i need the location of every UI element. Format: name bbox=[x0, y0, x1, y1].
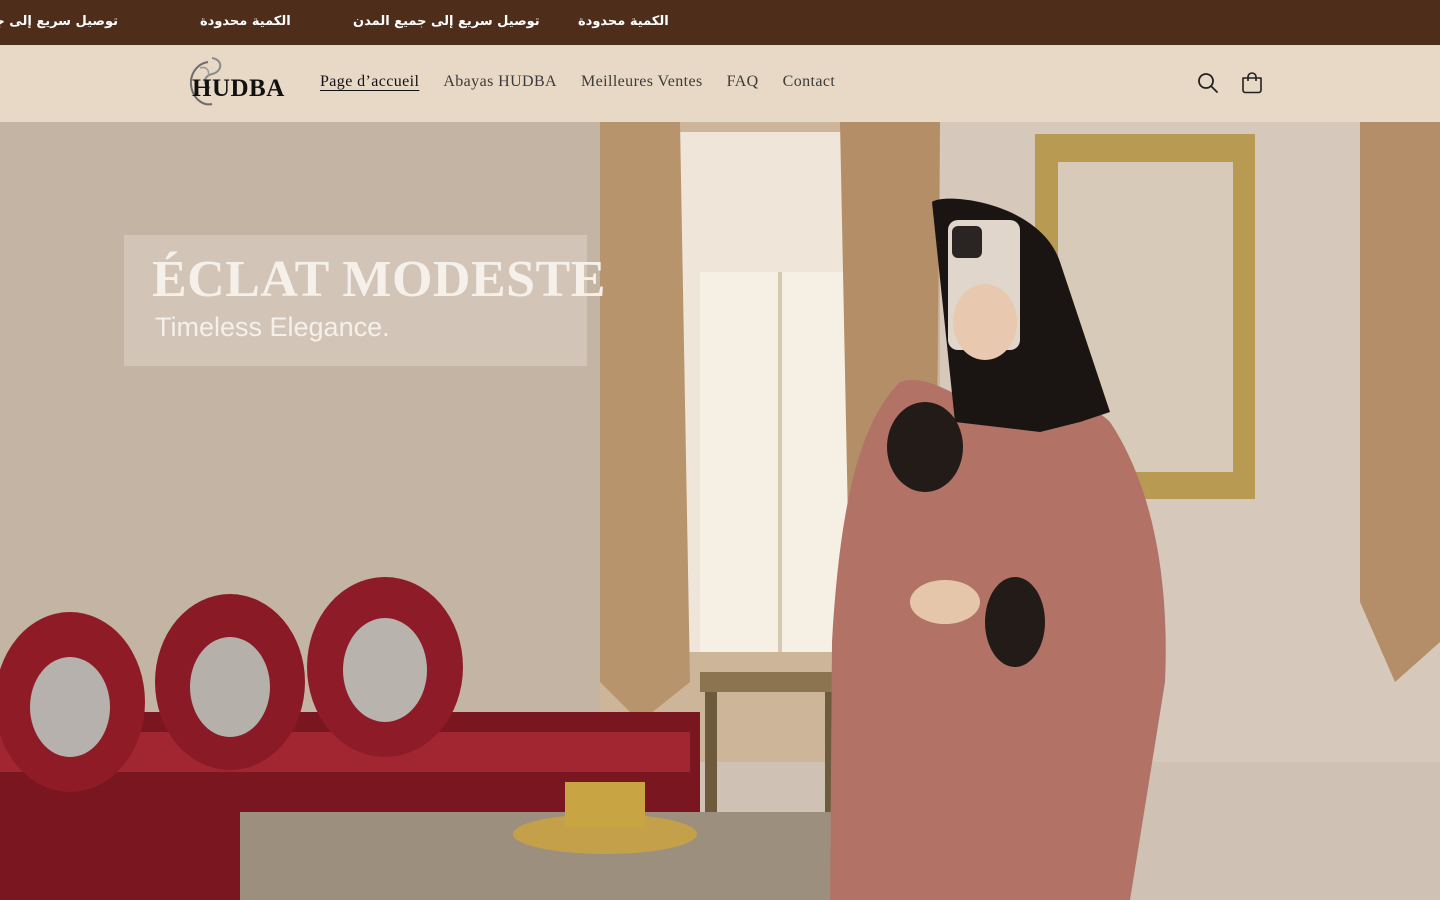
nav-link-best-sellers[interactable]: Meilleures Ventes bbox=[581, 73, 703, 91]
nav-link-home[interactable]: Page d’accueil bbox=[320, 73, 419, 91]
cart-button[interactable] bbox=[1238, 69, 1266, 97]
nav-link-contact[interactable]: Contact bbox=[783, 73, 836, 91]
hero-title: ÉCLAT MODESTE bbox=[152, 251, 606, 308]
nav-link-abayas[interactable]: Abayas HUDBA bbox=[443, 73, 557, 91]
announcement-message: توصيل سريع إلى جميع المدن bbox=[0, 14, 118, 29]
hero-banner[interactable]: ÉCLAT MODESTE Timeless Elegance. bbox=[0, 122, 1440, 900]
search-icon bbox=[1198, 73, 1218, 93]
site-header: HUDBA Page d’accueil Abayas HUDBA Meille… bbox=[0, 45, 1440, 122]
hero-subtitle: Timeless Elegance. bbox=[155, 312, 390, 342]
announcement-message: الكمية محدودة bbox=[578, 14, 669, 29]
main-nav: Page d’accueil Abayas HUDBA Meilleures V… bbox=[320, 73, 835, 91]
nav-link-faq[interactable]: FAQ bbox=[727, 73, 759, 91]
cart-icon bbox=[1242, 72, 1262, 94]
announcement-message: توصيل سريع إلى جميع المدن bbox=[353, 14, 540, 29]
logo-text[interactable]: HUDBA bbox=[192, 75, 285, 103]
announcement-message: الكمية محدودة bbox=[200, 14, 291, 29]
search-button[interactable] bbox=[1194, 69, 1222, 97]
announcement-bar: توصيل سريع إلى جميع المدن الكمية محدودة … bbox=[0, 0, 1440, 45]
